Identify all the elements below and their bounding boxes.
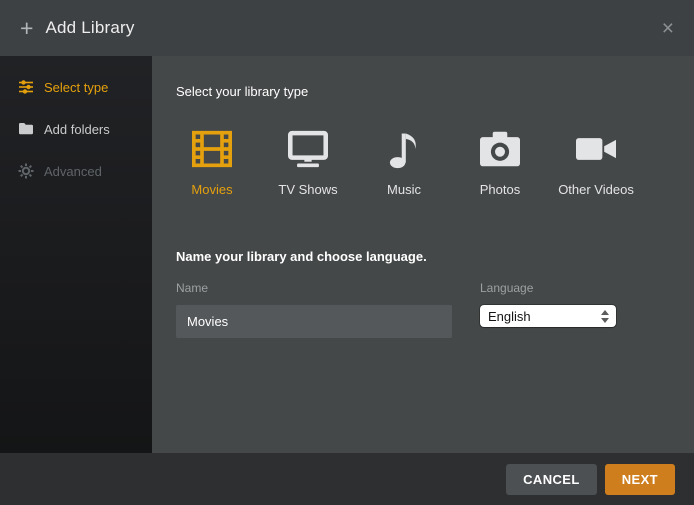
dialog-footer: CANCEL NEXT — [0, 453, 694, 505]
library-type-other-videos[interactable]: Other Videos — [560, 129, 632, 197]
main-content: Select your library type Movies — [152, 56, 694, 453]
add-library-dialog: + Add Library × — [0, 0, 694, 505]
close-icon[interactable]: × — [662, 18, 674, 39]
type-lines-icon — [18, 79, 34, 95]
library-type-label: TV Shows — [278, 182, 337, 197]
sidebar-item-advanced[interactable]: Advanced — [0, 150, 152, 192]
cancel-button[interactable]: CANCEL — [506, 464, 597, 495]
library-type-heading: Select your library type — [176, 84, 670, 99]
sidebar-item-label: Select type — [44, 80, 108, 95]
library-type-music[interactable]: Music — [368, 129, 440, 197]
tv-icon — [286, 129, 330, 169]
sidebar-item-label: Add folders — [44, 122, 110, 137]
select-stepper-icon — [601, 310, 611, 323]
sidebar-item-add-folders[interactable]: Add folders — [0, 108, 152, 150]
library-type-tv-shows[interactable]: TV Shows — [272, 129, 344, 197]
gear-icon — [18, 163, 34, 179]
name-label: Name — [176, 281, 452, 295]
plus-icon: + — [20, 17, 33, 40]
music-note-icon — [382, 129, 426, 169]
sidebar-item-select-type[interactable]: Select type — [0, 66, 152, 108]
library-type-label: Other Videos — [558, 182, 634, 197]
library-type-photos[interactable]: Photos — [464, 129, 536, 197]
video-camera-icon — [574, 129, 618, 169]
library-type-label: Movies — [191, 182, 232, 197]
sidebar: Select type Add folders — [0, 56, 152, 453]
library-type-row: Movies TV Shows — [176, 129, 670, 197]
dialog-body: Select type Add folders — [0, 56, 694, 453]
library-type-label: Music — [387, 182, 421, 197]
language-field: Language English — [480, 281, 616, 338]
dialog-title: Add Library — [45, 18, 134, 38]
next-button[interactable]: NEXT — [605, 464, 675, 495]
camera-icon — [478, 129, 522, 169]
language-label: Language — [480, 281, 616, 295]
library-name-input[interactable] — [176, 305, 452, 338]
folder-icon — [18, 121, 34, 137]
language-select-value: English — [488, 309, 601, 324]
film-icon — [190, 129, 234, 169]
sidebar-item-label: Advanced — [44, 164, 102, 179]
library-type-movies[interactable]: Movies — [176, 129, 248, 197]
dialog-header: + Add Library × — [0, 0, 694, 56]
name-section-heading: Name your library and choose language. — [176, 249, 670, 264]
library-type-label: Photos — [480, 182, 520, 197]
name-field: Name — [176, 281, 452, 338]
language-select[interactable]: English — [480, 305, 616, 327]
fields-row: Name Language English — [176, 281, 670, 338]
